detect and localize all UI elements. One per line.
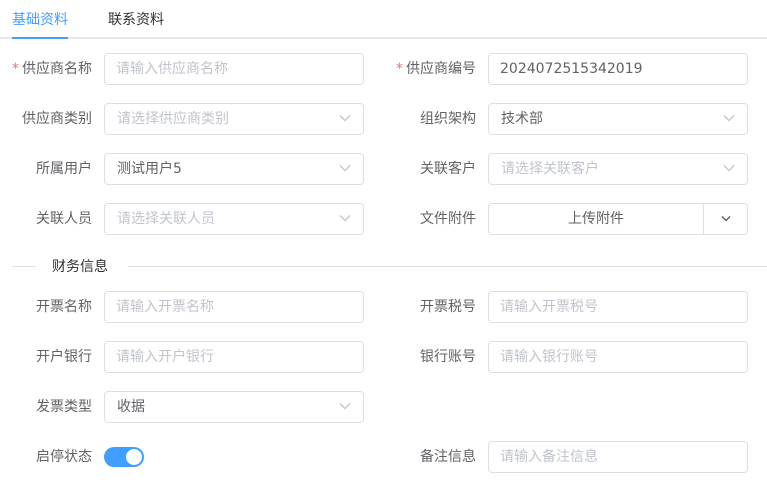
chevron-down-icon xyxy=(723,114,735,124)
invoice-tax-no-input[interactable] xyxy=(489,292,747,322)
remark-label: 备注信息 xyxy=(420,449,476,465)
chevron-down-icon xyxy=(721,215,731,222)
chevron-down-icon xyxy=(723,164,735,174)
chevron-down-icon xyxy=(339,402,351,412)
required-mark: * xyxy=(396,61,403,77)
related-person-select[interactable]: 请选择关联人员 xyxy=(104,203,364,235)
chevron-down-icon xyxy=(339,114,351,124)
section-divider-right xyxy=(128,266,767,267)
organization-select[interactable]: 技术部 xyxy=(488,103,748,135)
supplier-category-label: 供应商类别 xyxy=(22,111,92,127)
chevron-down-icon xyxy=(339,214,351,224)
invoice-type-value: 收据 xyxy=(117,399,145,415)
upload-dropdown-button[interactable] xyxy=(703,204,747,234)
supplier-name-field[interactable] xyxy=(104,53,364,85)
active-tab-indicator xyxy=(12,37,68,39)
invoice-tax-no-label: 开票税号 xyxy=(420,299,476,315)
upload-attachment-button[interactable]: 上传附件 xyxy=(489,204,703,234)
owner-user-label: 所属用户 xyxy=(36,161,92,177)
bank-label: 开户银行 xyxy=(36,349,92,365)
supplier-code-field[interactable] xyxy=(488,53,748,85)
supplier-code-input[interactable] xyxy=(489,54,747,84)
related-person-label: 关联人员 xyxy=(36,211,92,227)
invoice-name-input[interactable] xyxy=(105,292,363,322)
finance-section-title: 财务信息 xyxy=(52,259,108,275)
related-customer-label: 关联客户 xyxy=(420,161,476,177)
organization-label: 组织架构 xyxy=(420,111,476,127)
owner-user-value: 测试用户5 xyxy=(117,161,182,177)
related-customer-placeholder: 请选择关联客户 xyxy=(501,161,599,177)
toggle-knob xyxy=(126,449,142,465)
bank-account-input[interactable] xyxy=(489,342,747,372)
invoice-tax-no-field[interactable] xyxy=(488,291,748,323)
invoice-name-field[interactable] xyxy=(104,291,364,323)
invoice-name-label: 开票名称 xyxy=(36,299,92,315)
remark-input[interactable] xyxy=(489,442,747,472)
supplier-name-label: * 供应商名称 xyxy=(12,61,92,77)
required-mark: * xyxy=(12,61,19,77)
bank-input[interactable] xyxy=(105,342,363,372)
attachment-label: 文件附件 xyxy=(420,211,476,227)
status-toggle-switch[interactable] xyxy=(104,447,144,467)
invoice-type-select[interactable]: 收据 xyxy=(104,391,364,423)
chevron-down-icon xyxy=(339,164,351,174)
related-customer-select[interactable]: 请选择关联客户 xyxy=(488,153,748,185)
section-divider-left xyxy=(12,266,36,267)
attachment-upload-group: 上传附件 xyxy=(488,203,748,235)
owner-user-select[interactable]: 测试用户5 xyxy=(104,153,364,185)
related-person-placeholder: 请选择关联人员 xyxy=(117,211,215,227)
status-label: 启停状态 xyxy=(36,449,92,465)
supplier-category-placeholder: 请选择供应商类别 xyxy=(117,111,229,127)
supplier-category-select[interactable]: 请选择供应商类别 xyxy=(104,103,364,135)
organization-value: 技术部 xyxy=(501,111,543,127)
bank-account-field[interactable] xyxy=(488,341,748,373)
remark-field[interactable] xyxy=(488,441,748,473)
supplier-code-label: * 供应商编号 xyxy=(396,61,476,77)
tab-bar: 基础资料 联系资料 xyxy=(0,0,767,39)
tab-contact-info[interactable]: 联系资料 xyxy=(108,11,164,29)
invoice-type-label: 发票类型 xyxy=(36,399,92,415)
bank-account-label: 银行账号 xyxy=(420,349,476,365)
bank-field[interactable] xyxy=(104,341,364,373)
tab-basic-info[interactable]: 基础资料 xyxy=(12,11,68,29)
supplier-name-input[interactable] xyxy=(105,54,363,84)
